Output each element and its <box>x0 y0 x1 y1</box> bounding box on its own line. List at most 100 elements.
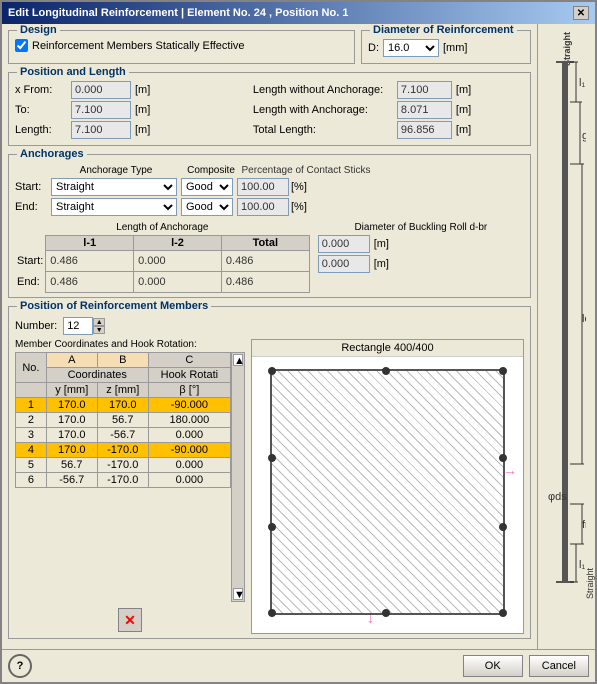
close-button[interactable]: ✕ <box>573 6 589 20</box>
table-row[interactable]: 4 170.0 -170.0 -90.000 <box>16 443 231 458</box>
row4-hook: -90.000 <box>148 443 230 458</box>
start-dbr-input <box>318 235 370 253</box>
row6-hook: 0.000 <box>148 473 230 488</box>
row3-no: 3 <box>16 428 47 443</box>
rebar-dot-8 <box>499 454 507 462</box>
table-row[interactable]: 5 56.7 -170.0 0.000 <box>16 458 231 473</box>
beta-header: β [°] <box>148 383 230 398</box>
to-unit: [m] <box>135 104 150 116</box>
table-row[interactable]: 1 170.0 170.0 -90.000 <box>16 398 231 413</box>
without-anch-label: Length without Anchorage: <box>253 84 393 96</box>
end-l2-input <box>135 273 175 291</box>
row1-z: 170.0 <box>97 398 148 413</box>
col-no-header: No. <box>16 353 47 383</box>
svg-text:φds: φds <box>548 491 567 503</box>
end-contact-unit: [%] <box>291 201 307 213</box>
row5-no: 5 <box>16 458 47 473</box>
members-group: Position of Reinforcement Members Number… <box>8 306 531 639</box>
table-row[interactable]: 2 170.0 56.7 180.000 <box>16 413 231 428</box>
total-length-unit: [m] <box>456 124 471 136</box>
rebar-dot-6 <box>499 609 507 617</box>
table-scrollbar[interactable]: ▲ ▼ <box>231 352 245 602</box>
d-label: D: <box>368 42 379 54</box>
diameter-label: Diameter of Reinforcement <box>370 24 517 36</box>
delete-button[interactable]: ✕ <box>118 608 142 632</box>
statically-effective-checkbox[interactable] <box>15 39 28 52</box>
ok-button[interactable]: OK <box>463 655 523 677</box>
design-label: Design <box>17 24 60 36</box>
row3-z: -56.7 <box>97 428 148 443</box>
coord-label: Member Coordinates and Hook Rotation: <box>15 339 245 350</box>
row5-y: 56.7 <box>46 458 97 473</box>
end-type-select[interactable]: StraightHookLoop <box>51 198 177 216</box>
row4-no: 4 <box>16 443 47 458</box>
side-bottom-label: Straight <box>538 568 595 599</box>
row1-y: 170.0 <box>46 398 97 413</box>
window-title: Edit Longitudinal Reinforcement | Elemen… <box>8 7 348 19</box>
col-b-header: B <box>97 353 148 368</box>
number-up-btn[interactable]: ▲ <box>93 318 105 326</box>
position-length-label: Position and Length <box>17 66 129 78</box>
dbr-header: Diameter of Buckling Roll d-br <box>318 222 524 233</box>
table-row[interactable]: 3 170.0 -56.7 0.000 <box>16 428 231 443</box>
x-from-unit: [m] <box>135 84 150 96</box>
row5-z: -170.0 <box>97 458 148 473</box>
to-label: To: <box>15 104 67 116</box>
start-type-select[interactable]: StraightHookLoop <box>51 178 177 196</box>
svg-text:length: length <box>582 313 586 325</box>
without-anch-input <box>397 81 452 99</box>
row3-y: 170.0 <box>46 428 97 443</box>
svg-text:g: g <box>582 130 586 142</box>
total-col-header: Total <box>221 236 309 251</box>
row3-hook: 0.000 <box>148 428 230 443</box>
end-l1-input <box>47 273 87 291</box>
statically-effective-label: Reinforcement Members Statically Effecti… <box>32 40 245 52</box>
l2-col-header: l-2 <box>134 236 222 251</box>
y-header: y [mm] <box>46 383 97 398</box>
number-down-btn[interactable]: ▼ <box>93 326 105 334</box>
scroll-down-btn[interactable]: ▼ <box>233 588 243 600</box>
help-button[interactable]: ? <box>8 654 32 678</box>
end-contact-input <box>237 198 289 216</box>
diameter-select[interactable]: 16.08.010.012.014.020.0 <box>383 39 439 57</box>
table-row[interactable]: 6 -56.7 -170.0 0.000 <box>16 473 231 488</box>
start-l1-input <box>47 252 87 270</box>
position-length-group: Position and Length x From: [m] To: [m] <box>8 72 531 146</box>
number-input[interactable] <box>63 317 93 335</box>
cancel-button[interactable]: Cancel <box>529 655 589 677</box>
rect-canvas: → → <box>252 357 523 633</box>
members-group-label: Position of Reinforcement Members <box>17 300 211 312</box>
diameter-unit: [mm] <box>443 42 467 54</box>
design-group: Design Reinforcement Members Statically … <box>8 30 355 64</box>
rebar-dot-7 <box>268 454 276 462</box>
delete-icon: ✕ <box>124 612 136 629</box>
end-dbr-unit: [m] <box>374 258 389 270</box>
number-label: Number: <box>15 320 57 332</box>
with-anch-unit: [m] <box>456 104 471 116</box>
pink-arrow-2: → <box>365 612 381 626</box>
l1-col-header: l-1 <box>46 236 134 251</box>
svg-text:from: from <box>582 519 586 531</box>
with-anch-label: Length with Anchorage: <box>253 104 393 116</box>
length-input[interactable] <box>71 121 131 139</box>
anch-type-col-header: Anchorage Type <box>51 165 181 176</box>
scroll-up-btn[interactable]: ▲ <box>233 354 243 366</box>
start-dbr-unit: [m] <box>374 238 389 250</box>
end-total-input <box>223 273 263 291</box>
to-input[interactable] <box>71 101 131 119</box>
rebar-dot-5 <box>382 609 390 617</box>
x-from-label: x From: <box>15 84 67 96</box>
rect-shape <box>270 369 505 615</box>
row6-no: 6 <box>16 473 47 488</box>
end-label: End: <box>15 201 47 213</box>
side-diagram-svg: l₁ g length φds from <box>546 44 586 604</box>
diameter-group: Diameter of Reinforcement D: 16.08.010.0… <box>361 30 531 64</box>
start-composite-select[interactable]: GoodModerate <box>181 178 233 196</box>
x-from-input[interactable] <box>71 81 131 99</box>
anchorages-label: Anchorages <box>17 148 87 160</box>
without-anch-unit: [m] <box>456 84 471 96</box>
end-composite-select[interactable]: GoodModerate <box>181 198 233 216</box>
no-sub-header <box>16 383 47 398</box>
row2-hook: 180.000 <box>148 413 230 428</box>
start-contact-unit: [%] <box>291 181 307 193</box>
